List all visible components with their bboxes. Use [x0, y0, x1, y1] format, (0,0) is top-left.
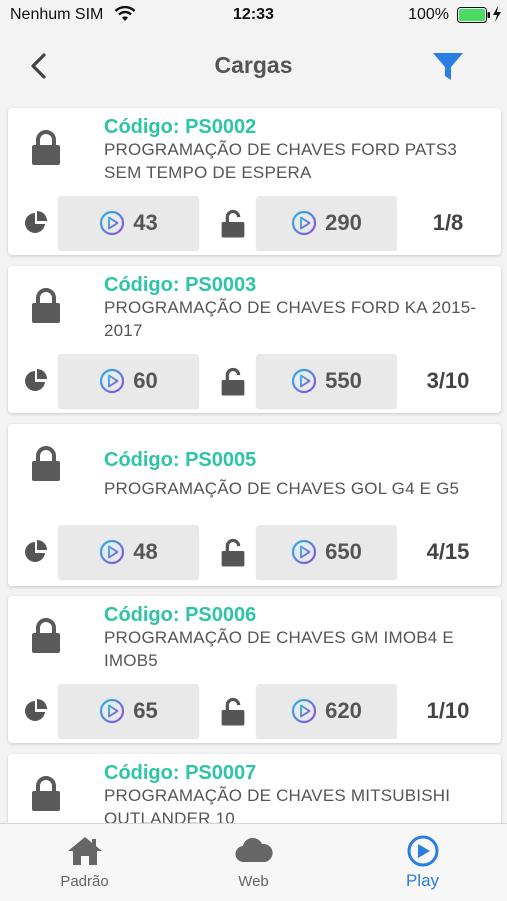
pie-chart-icon	[23, 210, 49, 236]
battery-icon	[457, 7, 490, 23]
play-ring-icon	[99, 368, 125, 394]
stat-value: 290	[325, 210, 362, 235]
stat-box-progress[interactable]: 43	[58, 196, 199, 250]
pie-chart-icon	[23, 539, 49, 565]
carga-card[interactable]: Código: PS0006 PROGRAMAÇÃO DE CHAVES GM I…	[8, 596, 501, 743]
stat-box-unlock[interactable]: 620	[256, 684, 397, 738]
play-ring-icon	[99, 698, 125, 724]
tab-play[interactable]: Play	[338, 824, 507, 901]
stat-value: 620	[325, 698, 362, 723]
unlock-icon	[220, 697, 246, 726]
filter-icon[interactable]	[431, 50, 465, 84]
card-code: Código: PS0003	[104, 274, 257, 296]
card-ratio: 4/15	[426, 539, 470, 564]
stat-box-progress[interactable]: 65	[58, 684, 199, 738]
play-ring-icon	[99, 539, 125, 565]
stat-box-unlock[interactable]: 650	[256, 525, 397, 579]
pie-chart-icon	[23, 368, 49, 394]
card-ratio: 1/10	[426, 698, 470, 723]
unlock-icon	[220, 209, 246, 238]
card-description: PROGRAMAÇÃO DE CHAVES FORD PATS3 SEM TEM…	[104, 140, 458, 182]
nav-header: Cargas	[0, 30, 507, 104]
stat-value: 650	[325, 539, 362, 564]
stat-value: 43	[133, 210, 158, 235]
card-ratio: 3/10	[426, 368, 470, 393]
play-ring-icon	[291, 539, 317, 565]
stat-value: 550	[325, 368, 362, 393]
stat-box-unlock[interactable]: 550	[256, 354, 397, 408]
stat-value: 48	[133, 539, 158, 564]
play-ring-icon	[291, 210, 317, 236]
tab-bar: Padrão Web Play	[0, 823, 507, 901]
tab-label: Play	[405, 871, 440, 890]
carga-card[interactable]: Código: PS0007 PROGRAMAÇÃO DE CHAVES MITS…	[8, 754, 501, 824]
carga-card[interactable]: Código: PS0003 PROGRAMAÇÃO DE CHAVES FORD…	[8, 266, 501, 413]
tab-web[interactable]: Web	[169, 824, 338, 901]
card-code: Código: PS0007	[104, 762, 257, 784]
play-ring-icon	[291, 368, 317, 394]
status-bar: Nenhum SIM 12:33 100%	[0, 0, 507, 30]
lock-icon	[30, 776, 62, 812]
play-ring-icon	[291, 698, 317, 724]
card-ratio: 1/8	[432, 210, 464, 235]
stat-value: 65	[133, 698, 158, 723]
card-description: PROGRAMAÇÃO DE CHAVES GM IMOB4 E IMOB5	[104, 628, 454, 670]
card-description: PROGRAMAÇÃO DE CHAVES FORD KA 2015-2017	[104, 298, 477, 340]
stat-box-progress[interactable]: 60	[58, 354, 199, 408]
card-code: Código: PS0002	[104, 116, 257, 138]
home-icon	[67, 837, 102, 865]
battery-percent: 100%	[408, 6, 449, 23]
tab-label: Web	[238, 873, 269, 890]
cargas-list[interactable]: Código: PS0002 PROGRAMAÇÃO DE CHAVES FORD…	[0, 104, 507, 824]
cloud-icon	[234, 837, 273, 863]
lock-icon	[30, 130, 62, 166]
stat-box-unlock[interactable]: 290	[256, 196, 397, 250]
card-code: Código: PS0005	[104, 449, 257, 471]
card-description: PROGRAMAÇÃO DE CHAVES MITSUBISHI OUTLAND…	[104, 786, 451, 824]
unlock-icon	[220, 367, 246, 396]
charging-bolt-icon	[493, 6, 501, 22]
tab-padrao[interactable]: Padrão	[0, 824, 169, 901]
tab-label: Padrão	[60, 873, 109, 890]
play-ring-icon	[99, 210, 125, 236]
carga-card[interactable]: Código: PS0002 PROGRAMAÇÃO DE CHAVES FORD…	[8, 108, 501, 255]
card-code: Código: PS0006	[104, 604, 257, 626]
unlock-icon	[220, 538, 246, 567]
lock-icon	[30, 618, 62, 654]
carga-card[interactable]: Código: PS0005 PROGRAMAÇÃO DE CHAVES GOL …	[8, 424, 501, 586]
stat-value: 60	[133, 368, 158, 393]
stat-box-progress[interactable]: 48	[58, 525, 199, 579]
card-description: PROGRAMAÇÃO DE CHAVES GOL G4 E G5	[104, 479, 460, 498]
lock-icon	[30, 288, 62, 324]
lock-icon	[30, 446, 62, 482]
play-circle-icon	[407, 835, 438, 867]
pie-chart-icon	[23, 698, 49, 724]
